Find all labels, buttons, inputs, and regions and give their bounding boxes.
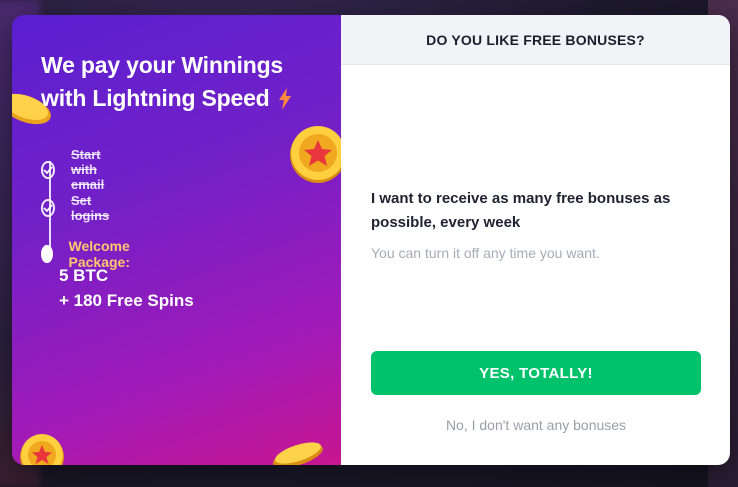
current-step-dot-icon [41, 245, 53, 263]
consent-question: I want to receive as many free bonuses a… [371, 190, 671, 231]
coin-decoration-icon [273, 442, 323, 465]
promo-panel: We pay your Winnings with Lightning Spee… [12, 15, 341, 465]
lightning-icon [278, 88, 291, 110]
check-icon [41, 160, 55, 179]
no-bonuses-link[interactable]: No, I don't want any bonuses [371, 417, 701, 433]
consent-panel: DO YOU LIKE FREE BONUSES? I want to rece… [341, 15, 730, 465]
consent-hint: You can turn it off any time you want. [371, 245, 600, 261]
yes-totally-button[interactable]: YES, TOTALLY! [371, 351, 701, 395]
coin-star-icon [290, 126, 341, 183]
check-icon [41, 199, 55, 217]
step-label: Start with email [71, 147, 105, 192]
bonus-modal: We pay your Winnings with Lightning Spee… [12, 15, 730, 465]
promo-title-line1: We pay your Winnings [41, 52, 284, 78]
step-label: Set logins [71, 193, 110, 223]
step-start-with-email: Start with email [41, 147, 108, 192]
promo-title: We pay your Winnings with Lightning Spee… [41, 49, 331, 115]
promo-title-line2-text: with Lightning Speed [41, 85, 270, 111]
package-btc: 5 BTC [59, 266, 109, 285]
coin-star-icon [20, 434, 64, 465]
package-free-spins: + 180 Free Spins [59, 291, 194, 310]
promo-title-line2: with Lightning Speed [41, 82, 331, 115]
step-set-logins: Set logins [41, 193, 113, 223]
panel-header: DO YOU LIKE FREE BONUSES? [341, 15, 730, 65]
